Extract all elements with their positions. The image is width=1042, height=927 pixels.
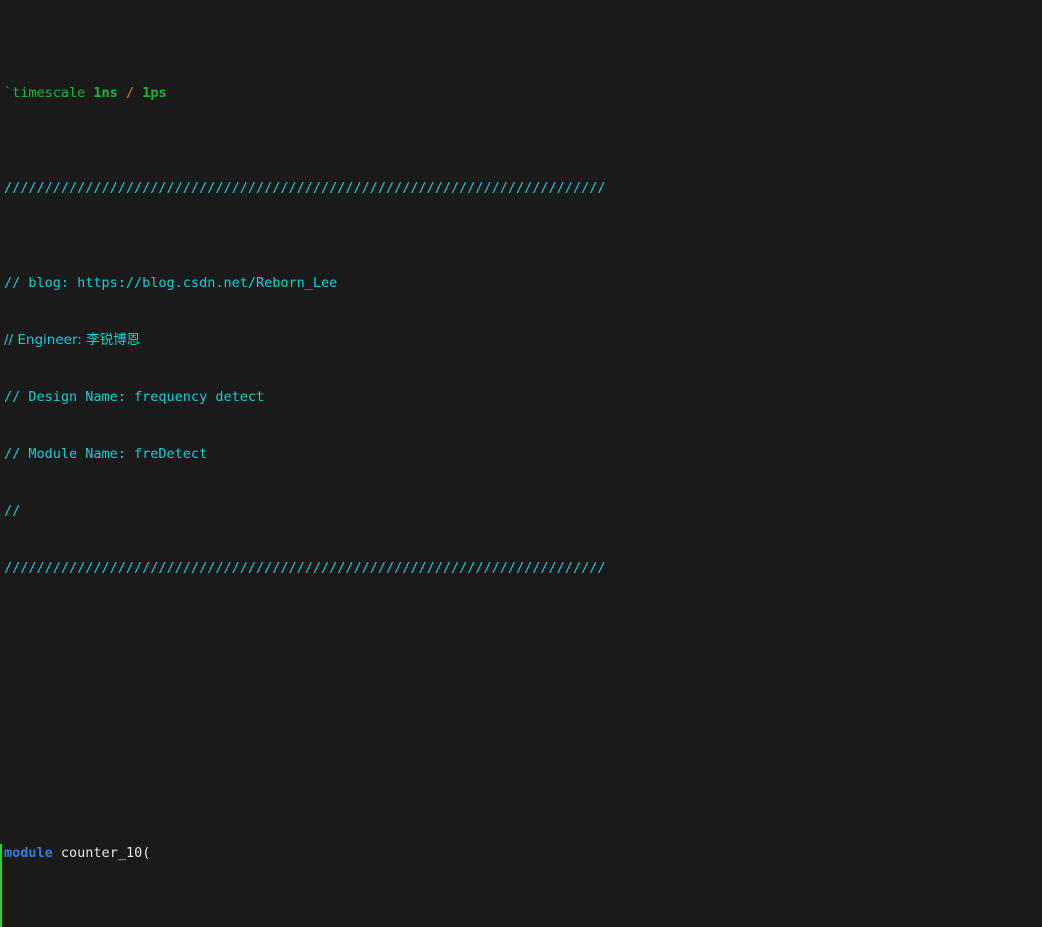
- code-line-timescale: `timescale 1ns / 1ps: [0, 84, 1042, 103]
- comment-empty: //: [4, 503, 20, 519]
- comment-design-name: // Design Name: frequency detect: [4, 389, 264, 405]
- comment-module-name: // Module Name: freDetect: [4, 446, 207, 462]
- code-line-blank-3: [0, 749, 1042, 768]
- code-line-rule-top: ////////////////////////////////////////…: [0, 179, 1042, 198]
- code-line-rule-bottom: ////////////////////////////////////////…: [0, 559, 1042, 578]
- code-line-design-name: // Design Name: frequency detect: [0, 388, 1042, 407]
- code-line-blank-4: [0, 920, 1042, 927]
- code-line-blank-2: [0, 692, 1042, 711]
- module-name: counter_10(: [61, 845, 150, 861]
- code-line-empty-comment: //: [0, 502, 1042, 521]
- code-line-module-name: // Module Name: freDetect: [0, 445, 1042, 464]
- comment-engineer: // Engineer: 李锐博恩: [4, 332, 140, 348]
- comment-rule: ////////////////////////////////////////…: [4, 180, 605, 196]
- code-line-blog: // blog: https://blog.csdn.net/Reborn_Le…: [0, 274, 1042, 293]
- timescale-unit: 1ns: [93, 85, 117, 101]
- code-line-engineer: // Engineer: 李锐博恩: [0, 331, 1042, 350]
- timescale-slash: /: [126, 85, 134, 101]
- code-editor-surface[interactable]: `timescale 1ns / 1ps ///////////////////…: [0, 0, 1042, 927]
- module-keyword: module: [4, 845, 53, 861]
- code-content[interactable]: `timescale 1ns / 1ps ///////////////////…: [0, 8, 1042, 927]
- comment-blog: // blog: https://blog.csdn.net/Reborn_Le…: [4, 275, 337, 291]
- comment-rule-2: ////////////////////////////////////////…: [4, 560, 605, 576]
- timescale-directive: `timescale: [4, 85, 85, 101]
- timescale-precision: 1ps: [142, 85, 166, 101]
- code-line-module-decl: module counter_10(: [0, 844, 1042, 863]
- code-line-blank-1: [0, 635, 1042, 654]
